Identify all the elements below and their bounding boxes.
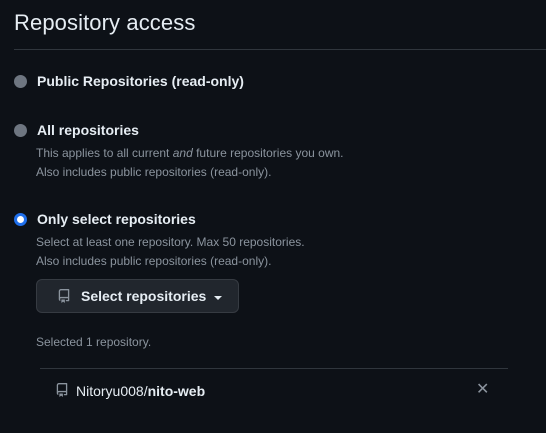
repo-owner: Nitoryu008 <box>76 383 144 399</box>
selected-repositories-list: Nitoryu008/nito-web ✕ <box>40 368 508 419</box>
option-note-all-repositories-line2: Also includes public repositories (read-… <box>36 165 272 179</box>
repo-icon <box>56 383 68 397</box>
option-only-select-repositories[interactable]: Only select repositories Select at least… <box>14 211 546 271</box>
option-all-repositories[interactable]: All repositories This applies to all cur… <box>14 122 546 182</box>
select-repositories-label: Select repositories <box>81 288 207 304</box>
option-note-only-select-line2: Also includes public repositories (read-… <box>36 254 272 268</box>
radio-public-repositories[interactable] <box>14 75 27 88</box>
option-label-all-repositories: All repositories <box>37 122 139 138</box>
select-repositories-button[interactable]: Select repositories <box>36 279 239 313</box>
repo-name: nito-web <box>147 383 206 399</box>
heading-divider <box>14 49 546 50</box>
repository-access-panel: Repository access Public Repositories (r… <box>0 0 546 433</box>
triangle-down-icon <box>214 296 222 300</box>
section-heading: Repository access <box>14 10 196 35</box>
radio-all-repositories[interactable] <box>14 124 27 137</box>
option-note-only-select-line1: Select at least one repository. Max 50 r… <box>36 235 305 249</box>
option-public-repositories[interactable]: Public Repositories (read-only) <box>14 73 546 93</box>
repo-icon <box>58 289 70 303</box>
option-label-only-select-repositories: Only select repositories <box>37 211 196 227</box>
option-label-public-repositories: Public Repositories (read-only) <box>37 73 244 89</box>
radio-only-select-repositories[interactable] <box>14 213 27 226</box>
x-icon[interactable]: ✕ <box>476 382 489 398</box>
option-note-all-repositories-line1: This applies to all current and future r… <box>36 146 344 160</box>
repo-full-name: Nitoryu008/nito-web <box>76 383 205 399</box>
selected-count-text: Selected 1 repository. <box>36 335 152 349</box>
